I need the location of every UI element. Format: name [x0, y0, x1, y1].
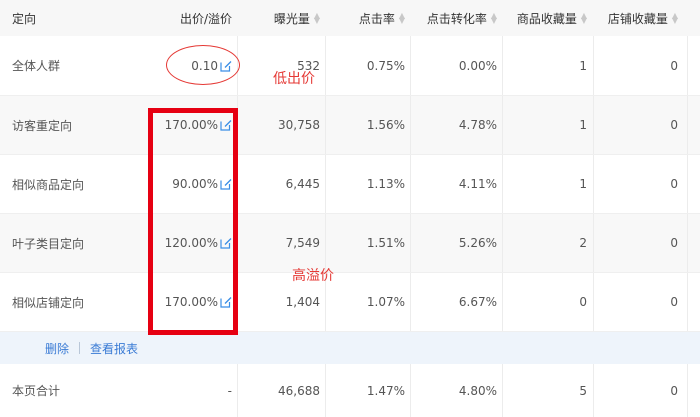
- cvr-cell: 4.78%: [458, 118, 497, 132]
- target-name: 访客重定向: [12, 118, 73, 133]
- ctr-cell: 1.56%: [366, 118, 405, 132]
- shop-fav-cell: 0: [670, 177, 678, 191]
- shop-fav-cell: 0: [670, 118, 678, 132]
- target-name: 全体人群: [12, 59, 61, 73]
- sort-arrows-icon[interactable]: ▲ ▼: [581, 12, 587, 25]
- high-premium-highlight-box: [148, 108, 238, 335]
- divider: [79, 342, 81, 354]
- item-fav-cell: 1: [579, 177, 587, 191]
- cvr-cell: 6.67%: [458, 295, 497, 309]
- high-premium-annotation: 高溢价: [292, 268, 334, 284]
- sort-arrows-icon[interactable]: ▲ ▼: [314, 12, 320, 25]
- sort-arrows-icon[interactable]: ▲ ▼: [672, 12, 678, 25]
- shop-fav-cell: 0: [670, 236, 678, 250]
- table-row: 叶子类目定向 120.00% 7,549 1.51% 5.26% 2 0: [0, 214, 700, 273]
- table-row: 访客重定向 170.00% 30,758 1.56% 4.78% 1 0: [0, 96, 700, 155]
- impressions-cell: 30,758: [278, 118, 320, 132]
- col-header-impressions[interactable]: 曝光量 ▲ ▼: [245, 0, 320, 36]
- view-report-link[interactable]: 查看报表: [90, 340, 138, 357]
- item-fav-cell: 5: [579, 383, 587, 398]
- low-bid-annotation: 低出价: [273, 71, 315, 87]
- item-fav-cell: 2: [579, 236, 587, 250]
- cvr-cell: 0.00%: [458, 58, 497, 73]
- shop-fav-cell: 0: [670, 295, 678, 309]
- cvr-cell: 4.11%: [458, 177, 497, 191]
- action-bar: 删除 查看报表: [0, 332, 700, 364]
- table-row: 相似店铺定向 170.00% 1,404 1.07% 6.67% 0 0: [0, 273, 700, 332]
- col-header-bid: 出价/溢价: [179, 11, 232, 26]
- item-fav-cell: 1: [579, 118, 587, 132]
- sort-arrows-icon[interactable]: ▲ ▼: [399, 12, 405, 25]
- table-header: 定向 出价/溢价 曝光量 ▲ ▼ 点击率 ▲ ▼ 点击转化率 ▲ ▼ 商品收藏量 ▲ ▼ 店铺收…: [0, 0, 700, 37]
- delete-link[interactable]: 删除: [45, 340, 69, 357]
- target-name: 叶子类目定向: [12, 236, 85, 251]
- totals-label: 本页合计: [12, 384, 61, 398]
- target-name: 相似店铺定向: [12, 295, 85, 310]
- sort-arrows-icon[interactable]: ▲ ▼: [491, 12, 497, 25]
- ctr-cell: 0.75%: [366, 58, 405, 73]
- impressions-cell: 46,688: [278, 383, 320, 398]
- totals-row: 本页合计 - 46,688 1.47% 4.80% 5 0: [0, 364, 700, 417]
- col-header-shop-fav[interactable]: 店铺收藏量 ▲ ▼: [600, 0, 678, 36]
- cvr-cell: 4.80%: [458, 383, 497, 398]
- ctr-cell: 1.51%: [366, 236, 405, 250]
- item-fav-cell: 1: [579, 58, 587, 73]
- cvr-cell: 5.26%: [458, 236, 497, 250]
- ctr-cell: 1.07%: [366, 295, 405, 309]
- shop-fav-cell: 0: [670, 383, 678, 398]
- item-fav-cell: 0: [579, 295, 587, 309]
- bid-cell: -: [227, 383, 232, 398]
- table-row: 全体人群 0.10 532 0.75% 0.00% 1 0: [0, 36, 700, 96]
- col-header-item-fav[interactable]: 商品收藏量 ▲ ▼: [507, 0, 587, 36]
- impressions-cell: 7,549: [285, 236, 320, 250]
- col-header-target: 定向: [12, 11, 37, 26]
- ctr-cell: 1.47%: [366, 383, 405, 398]
- target-name: 相似商品定向: [12, 177, 85, 192]
- low-bid-highlight-oval: [166, 45, 240, 85]
- col-header-ctr[interactable]: 点击率 ▲ ▼: [330, 0, 405, 36]
- table-row: 相似商品定向 90.00% 6,445 1.13% 4.11% 1 0: [0, 155, 700, 214]
- ctr-cell: 1.13%: [366, 177, 405, 191]
- shop-fav-cell: 0: [670, 58, 678, 73]
- impressions-cell: 6,445: [285, 177, 320, 191]
- col-header-cvr[interactable]: 点击转化率 ▲ ▼: [415, 0, 497, 36]
